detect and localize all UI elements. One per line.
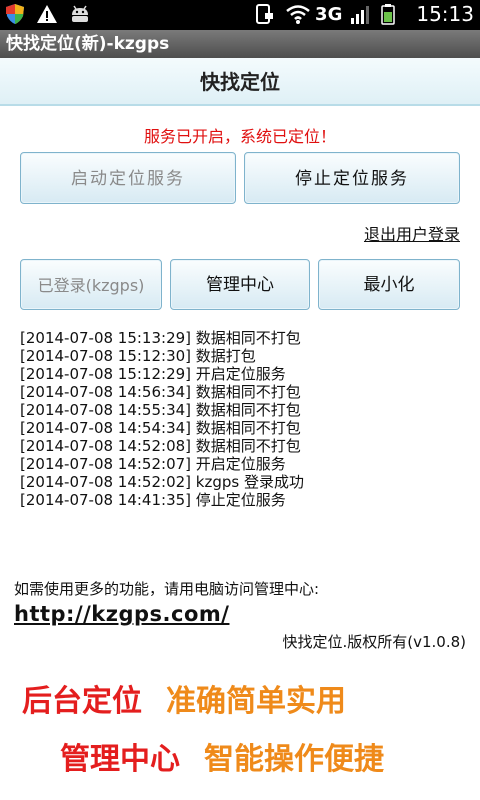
status-bar: 3G 15:13 bbox=[0, 0, 480, 30]
battery-icon bbox=[380, 3, 402, 25]
network-type: 3G bbox=[315, 3, 343, 25]
copyright-text: 快找定位.版权所有(v1.0.8) bbox=[282, 633, 466, 651]
management-center-button[interactable]: 管理中心 bbox=[170, 259, 310, 310]
promo-tagline-smart: 智能操作便捷 bbox=[204, 742, 384, 777]
logged-in-button[interactable]: 已登录(kzgps) bbox=[20, 259, 162, 310]
log-entry: [2014-07-08 14:55:34] 数据相同不打包 bbox=[20, 401, 301, 419]
warning-icon bbox=[36, 3, 58, 25]
main-content: 服务已开启，系统已定位！ 启动定位服务 停止定位服务 退出用户登录 已登录(kz… bbox=[0, 108, 480, 668]
wifi-icon bbox=[285, 3, 310, 25]
android-icon bbox=[68, 3, 90, 25]
clock: 15:13 bbox=[416, 2, 474, 26]
log-entry: [2014-07-08 14:56:34] 数据相同不打包 bbox=[20, 383, 301, 401]
promo-line-1: 后台定位 准确简单实用 bbox=[22, 676, 346, 720]
log-entry: [2014-07-08 14:52:07] 开启定位服务 bbox=[20, 455, 286, 473]
stop-service-button[interactable]: 停止定位服务 bbox=[244, 152, 460, 204]
log-entry: [2014-07-08 15:13:29] 数据相同不打包 bbox=[20, 329, 301, 347]
log-entry: [2014-07-08 14:52:08] 数据相同不打包 bbox=[20, 437, 301, 455]
service-status-message: 服务已开启，系统已定位！ bbox=[143, 127, 336, 146]
promo-line-2: 管理中心 智能操作便捷 bbox=[60, 734, 384, 778]
start-service-button[interactable]: 启动定位服务 bbox=[20, 152, 236, 204]
log-entry: [2014-07-08 15:12:30] 数据打包 bbox=[20, 347, 256, 365]
event-log: [2014-07-08 15:13:29] 数据相同不打包 [2014-07-0… bbox=[20, 329, 460, 509]
shield-icon bbox=[4, 3, 26, 25]
log-entry: [2014-07-08 14:52:02] kzgps 登录成功 bbox=[20, 473, 304, 491]
page-title: 快找定位 bbox=[0, 58, 480, 106]
promo-feature-background: 后台定位 bbox=[22, 684, 142, 719]
log-entry: [2014-07-08 15:12:29] 开启定位服务 bbox=[20, 365, 286, 383]
phone-icon bbox=[255, 3, 277, 25]
logout-link[interactable]: 退出用户登录 bbox=[364, 221, 460, 245]
app-title-bar: 快找定位(新)-kzgps bbox=[0, 30, 480, 58]
hint-text: 如需使用更多的功能，请用电脑访问管理中心: bbox=[14, 580, 320, 598]
promo-feature-management: 管理中心 bbox=[60, 742, 180, 777]
log-entry: [2014-07-08 14:54:34] 数据相同不打包 bbox=[20, 419, 301, 437]
website-link[interactable]: http://kzgps.com/ bbox=[14, 602, 229, 626]
promo-tagline-accurate: 准确简单实用 bbox=[166, 684, 346, 719]
log-entry: [2014-07-08 14:41:35] 停止定位服务 bbox=[20, 491, 286, 509]
promo-banner: 后台定位 准确简单实用 管理中心 智能操作便捷 bbox=[0, 668, 480, 800]
signal-icon bbox=[350, 3, 372, 25]
minimize-button[interactable]: 最小化 bbox=[318, 259, 460, 310]
